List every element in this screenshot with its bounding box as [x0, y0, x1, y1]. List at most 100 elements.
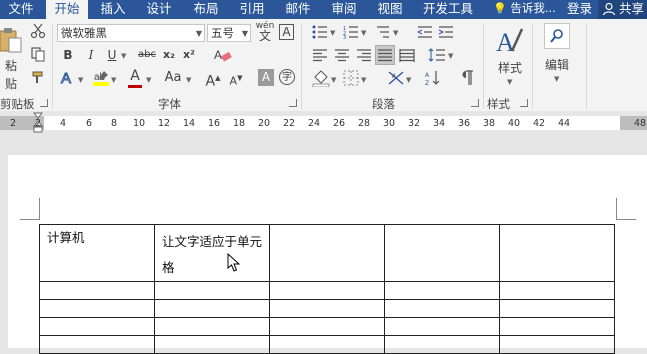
styles-button[interactable]: 样式 [493, 59, 527, 77]
phonetic-guide-button[interactable]: wén 文 [255, 21, 275, 45]
table-cell[interactable] [269, 224, 385, 282]
editing-button[interactable]: 编辑 [540, 56, 574, 74]
chevron-down-icon[interactable]: ▼ [331, 76, 336, 84]
table-cell[interactable] [499, 299, 615, 318]
chevron-down-icon[interactable]: ▼ [393, 29, 398, 37]
chevron-down-icon[interactable]: ▼ [242, 25, 248, 42]
char-border-button[interactable]: A [279, 24, 294, 40]
paragraph-launcher-icon[interactable] [471, 99, 479, 107]
table-cell[interactable]: 让文字适应于单元格 [154, 224, 270, 282]
table-cell[interactable] [499, 317, 615, 336]
table-cell[interactable] [39, 317, 155, 336]
change-case-button[interactable]: Aa [160, 69, 186, 87]
table-cell[interactable] [384, 224, 500, 282]
tell-me-box[interactable]: 💡 告诉我... [493, 0, 556, 19]
chevron-down-icon[interactable]: ▼ [554, 75, 559, 83]
asian-layout-icon[interactable]: A [387, 70, 405, 86]
table-cell[interactable]: 计算机 [39, 224, 155, 282]
chevron-down-icon[interactable]: ▼ [111, 76, 116, 84]
table-cell[interactable] [154, 299, 270, 318]
distributed-icon[interactable] [399, 48, 415, 62]
chevron-down-icon[interactable]: ▼ [330, 29, 335, 37]
tab-file[interactable]: 文件 [0, 0, 42, 19]
table-cell[interactable] [154, 335, 270, 354]
tab-design[interactable]: 设计 [138, 0, 180, 19]
chevron-down-icon[interactable]: ▼ [507, 78, 512, 86]
table-cell[interactable] [39, 335, 155, 354]
paste-button[interactable]: 粘贴 [0, 57, 22, 91]
chevron-down-icon[interactable]: ▼ [361, 76, 366, 84]
horizontal-ruler[interactable]: 2 2 4 6 8 10 12 14 16 18 20 22 24 26 28 30 32 34 36 38 40 42 4… [0, 111, 647, 133]
font-color-button[interactable]: A [128, 68, 142, 88]
align-left-icon[interactable] [312, 48, 328, 62]
shading-icon[interactable] [312, 69, 330, 87]
tab-home[interactable]: 开始 [46, 0, 88, 20]
text-effects-icon[interactable]: A [59, 69, 77, 88]
table-cell[interactable] [154, 317, 270, 336]
table-cell[interactable] [384, 317, 500, 336]
sort-icon[interactable]: AZ [425, 70, 441, 86]
copy-icon[interactable] [30, 46, 46, 62]
table-cell[interactable] [499, 335, 615, 354]
table-cell[interactable] [384, 299, 500, 318]
superscript-button[interactable]: x² [181, 46, 197, 64]
chevron-down-icon[interactable]: ▼ [448, 52, 453, 60]
table-cell[interactable] [269, 281, 385, 300]
bold-button[interactable]: B [60, 46, 76, 64]
grow-font-button[interactable]: A▲ [205, 69, 221, 90]
decrease-indent-icon[interactable] [417, 25, 433, 39]
borders-icon[interactable] [343, 70, 359, 86]
clipboard-launcher-icon[interactable] [40, 99, 48, 107]
table-cell[interactable] [384, 281, 500, 300]
tab-developer[interactable]: 开发工具 [416, 0, 480, 19]
table-cell[interactable] [499, 224, 615, 282]
line-spacing-icon[interactable] [428, 48, 446, 62]
table-cell[interactable] [384, 335, 500, 354]
font-launcher-icon[interactable] [289, 99, 297, 107]
tab-references[interactable]: 引用 [231, 0, 273, 19]
tab-layout[interactable]: 布局 [185, 0, 227, 19]
table-cell[interactable] [39, 281, 155, 300]
table-cell[interactable] [269, 317, 385, 336]
chevron-down-icon[interactable]: ▼ [78, 76, 83, 84]
paste-icon[interactable] [0, 27, 22, 53]
highlight-icon[interactable]: ab [92, 69, 110, 87]
enclose-char-button[interactable]: 字 [279, 69, 295, 85]
tab-mailings[interactable]: 邮件 [277, 0, 319, 19]
italic-button[interactable]: I [83, 46, 99, 64]
shrink-font-button[interactable]: A▼ [228, 69, 244, 88]
styles-icon[interactable]: A [494, 25, 524, 55]
underline-button[interactable]: U [105, 46, 119, 64]
table-cell[interactable] [154, 281, 270, 300]
align-center-icon[interactable] [334, 48, 350, 62]
chevron-down-icon[interactable]: ▼ [186, 76, 191, 84]
increase-indent-icon[interactable] [438, 25, 454, 39]
align-right-icon[interactable] [356, 48, 372, 62]
cut-icon[interactable] [30, 23, 46, 39]
font-size-combo[interactable]: 五号 ▼ [207, 24, 251, 42]
numbering-icon[interactable]: 123 [343, 25, 359, 39]
table-cell[interactable] [499, 281, 615, 300]
char-shading-button[interactable]: A [258, 69, 274, 86]
tab-review[interactable]: 审阅 [323, 0, 365, 19]
strikethrough-button[interactable]: abc [136, 46, 158, 64]
login-link[interactable]: 登录 [567, 0, 592, 19]
subscript-button[interactable]: x₂ [161, 46, 177, 64]
clear-format-icon[interactable]: A [214, 47, 232, 63]
chevron-down-icon[interactable]: ▼ [361, 29, 366, 37]
font-name-combo[interactable]: 微软雅黑 ▼ [57, 24, 205, 42]
table-cell[interactable] [39, 299, 155, 318]
chevron-down-icon[interactable]: ▼ [146, 76, 151, 84]
styles-launcher-icon[interactable] [520, 99, 528, 107]
bullets-icon[interactable] [312, 25, 328, 39]
table-cell[interactable] [269, 335, 385, 354]
find-button[interactable] [544, 23, 570, 49]
table-cell[interactable] [269, 299, 385, 318]
tab-insert[interactable]: 插入 [92, 0, 134, 19]
multilevel-list-icon[interactable] [375, 25, 391, 39]
tab-view[interactable]: 视图 [369, 0, 411, 19]
chevron-down-icon[interactable]: ▼ [406, 76, 411, 84]
format-painter-icon[interactable] [30, 69, 46, 85]
chevron-down-icon[interactable]: ▼ [196, 25, 202, 42]
chevron-down-icon[interactable]: ▼ [121, 52, 126, 60]
